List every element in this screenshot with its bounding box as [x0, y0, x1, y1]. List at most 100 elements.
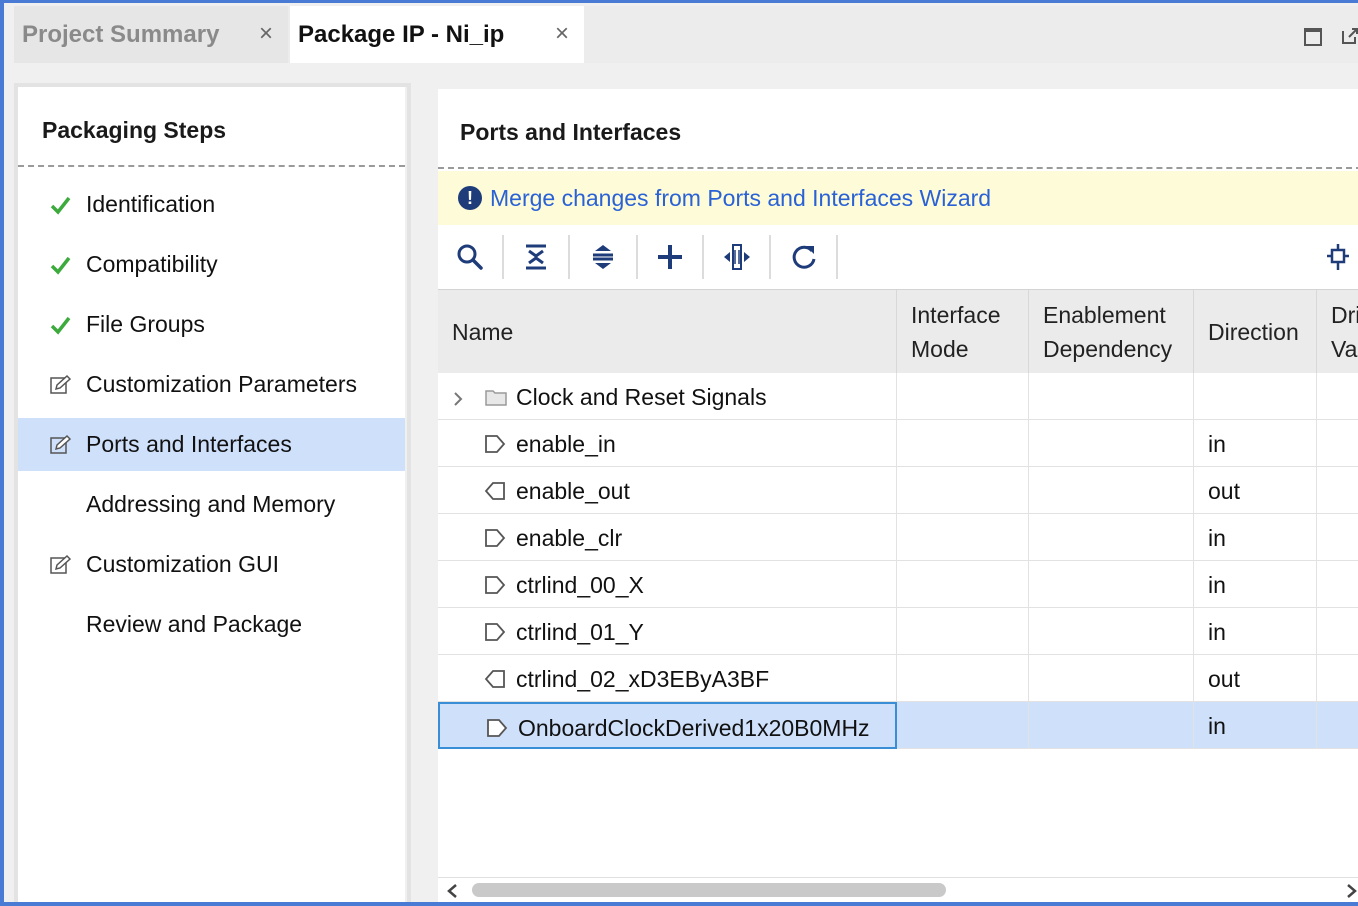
step-label: Compatibility	[86, 251, 218, 277]
direction-cell: in	[1194, 561, 1317, 608]
driver-value-cell	[1317, 655, 1358, 702]
step-label: Review and Package	[86, 611, 303, 637]
step-addressing-and-memory[interactable]: Addressing and Memory	[18, 478, 405, 531]
interface-mode-cell	[897, 702, 1029, 749]
step-ports-and-interfaces[interactable]: Ports and Interfaces	[18, 418, 405, 471]
ports-interfaces-title: Ports and Interfaces	[460, 119, 682, 145]
direction-value: in	[1208, 619, 1226, 645]
scroll-left-icon[interactable]	[442, 878, 462, 902]
name-cell: ctrlind_01_Y	[438, 608, 897, 655]
check-icon	[48, 253, 72, 277]
driver-value-cell	[1317, 702, 1358, 749]
close-icon[interactable]: ×	[552, 22, 572, 46]
step-customization-parameters[interactable]: Customization Parameters	[18, 358, 405, 411]
port-row[interactable]: OnboardClockDerived1x20B0MHz in	[438, 702, 1358, 749]
output-port-icon	[484, 480, 506, 502]
interface-mode-cell	[897, 514, 1029, 561]
search-icon[interactable]	[448, 235, 492, 279]
horizontal-scrollbar[interactable]	[438, 877, 1358, 902]
settings-icon[interactable]	[1316, 235, 1358, 279]
interface-mode-cell	[897, 608, 1029, 655]
port-name: ctrlind_02_xD3EByA3BF	[516, 666, 770, 692]
step-label: Customization GUI	[86, 551, 280, 577]
column-header-interface-mode[interactable]: Interface Mode	[897, 290, 1029, 374]
column-header-enablement-dependency[interactable]: Enablement Dependency	[1029, 290, 1194, 374]
name-cell: enable_out	[438, 467, 897, 514]
interface-mode-cell	[897, 561, 1029, 608]
float-window-icon[interactable]	[1340, 26, 1358, 46]
ports-interfaces-panel: Ports and Interfaces ! Merge changes fro…	[432, 83, 1358, 902]
step-customization-gui[interactable]: Customization GUI	[18, 538, 405, 591]
auto-infer-icon[interactable]	[715, 235, 759, 279]
edit-icon	[48, 373, 72, 397]
driver-value-cell	[1317, 467, 1358, 514]
expand-all-icon[interactable]	[581, 235, 625, 279]
add-icon[interactable]	[648, 235, 692, 279]
driver-value-cell	[1317, 514, 1358, 561]
interface-mode-cell	[897, 655, 1029, 702]
interface-group-row[interactable]: Clock and Reset Signals	[438, 373, 1358, 420]
port-row[interactable]: ctrlind_01_Y in	[438, 608, 1358, 655]
port-name: enable_in	[516, 431, 616, 457]
package-ip-window: Project Summary × Package IP - Ni_ip × P…	[0, 0, 1358, 906]
collapse-all-icon[interactable]	[514, 235, 558, 279]
direction-cell	[1194, 373, 1317, 420]
step-label: Customization Parameters	[86, 371, 357, 397]
folder-icon	[484, 386, 507, 408]
toolbar-separator	[836, 235, 838, 279]
input-port-icon	[484, 574, 506, 596]
driver-value-cell	[1317, 561, 1358, 608]
direction-cell: in	[1194, 608, 1317, 655]
step-review-and-package[interactable]: Review and Package	[18, 598, 405, 651]
column-header-direction[interactable]: Direction	[1194, 290, 1317, 374]
input-port-icon	[484, 527, 506, 549]
port-name: enable_clr	[516, 525, 623, 551]
enablement-dependency-cell	[1029, 655, 1194, 702]
tab-project-summary[interactable]: Project Summary ×	[14, 6, 288, 63]
packaging-steps-title: Packaging Steps	[42, 117, 227, 143]
direction-cell: in	[1194, 702, 1317, 749]
port-name: enable_out	[516, 478, 630, 504]
direction-value: out	[1208, 666, 1240, 692]
tab-package-ip[interactable]: Package IP - Ni_ip ×	[290, 6, 584, 63]
maximize-icon[interactable]	[1304, 28, 1322, 46]
direction-value: in	[1208, 431, 1226, 457]
scroll-right-icon[interactable]	[1342, 878, 1358, 902]
port-row[interactable]: enable_clr in	[438, 514, 1358, 561]
port-row[interactable]: enable_out out	[438, 467, 1358, 514]
direction-value: in	[1208, 713, 1226, 739]
port-name: OnboardClockDerived1x20B0MHz	[518, 715, 870, 741]
column-header-name[interactable]: Name	[438, 290, 897, 374]
step-file-groups[interactable]: File Groups	[18, 298, 405, 351]
refresh-icon[interactable]	[782, 235, 826, 279]
merge-banner: ! Merge changes from Ports and Interface…	[438, 171, 1358, 225]
chevron-right-icon[interactable]	[452, 387, 464, 406]
step-label: Identification	[86, 191, 216, 217]
scrollbar-thumb[interactable]	[472, 883, 946, 897]
toolbar-separator	[568, 235, 570, 279]
output-port-icon	[484, 668, 506, 690]
step-identification[interactable]: Identification	[18, 178, 405, 231]
port-row[interactable]: enable_in in	[438, 420, 1358, 467]
port-row[interactable]: ctrlind_00_X in	[438, 561, 1358, 608]
input-port-icon	[484, 621, 506, 643]
column-header-driver-value[interactable]: Dri Va	[1317, 290, 1358, 374]
driver-value-cell	[1317, 420, 1358, 467]
merge-changes-link[interactable]: Merge changes from Ports and Interfaces …	[490, 185, 991, 212]
step-compatibility[interactable]: Compatibility	[18, 238, 405, 291]
check-icon	[48, 193, 72, 217]
enablement-dependency-cell	[1029, 514, 1194, 561]
edit-icon	[48, 433, 72, 457]
close-icon[interactable]: ×	[256, 22, 276, 46]
interface-mode-cell	[897, 467, 1029, 514]
port-row[interactable]: ctrlind_02_xD3EByA3BF out	[438, 655, 1358, 702]
name-cell: enable_clr	[438, 514, 897, 561]
divider	[438, 167, 1358, 169]
divider	[18, 165, 405, 167]
direction-cell: out	[1194, 655, 1317, 702]
name-cell: Clock and Reset Signals	[438, 373, 897, 420]
driver-value-cell	[1317, 608, 1358, 655]
enablement-dependency-cell	[1029, 420, 1194, 467]
direction-cell: out	[1194, 467, 1317, 514]
tab-label: Package IP - Ni_ip	[298, 20, 505, 48]
